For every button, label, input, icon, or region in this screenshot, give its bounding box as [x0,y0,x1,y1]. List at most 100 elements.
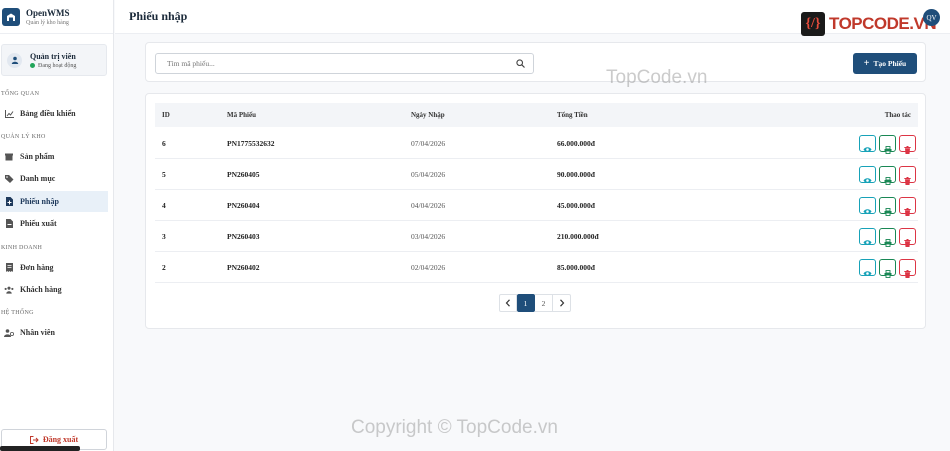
create-receipt-label: Tạo Phiếu [873,59,907,68]
trash-icon [904,146,911,154]
users-icon [4,285,14,295]
file-import-icon [4,197,14,207]
page-button-2[interactable]: 2 [535,294,553,312]
sign-out-icon [29,435,39,444]
topcode-logo-text: TOPCODE.VN [829,14,937,33]
print-icon [884,177,892,185]
page-button-1[interactable]: 1 [517,294,535,312]
trash-icon [904,270,911,278]
print-button[interactable] [879,166,896,185]
trash-icon [904,208,911,216]
sidebar-item-staff[interactable]: Nhân viên [0,322,108,343]
eye-icon [863,270,872,277]
print-button[interactable] [879,197,896,216]
sidebar-item-label: Đơn hàng [20,263,54,272]
file-export-icon [4,219,14,229]
eye-icon [863,239,872,246]
print-button[interactable] [879,259,896,278]
create-receipt-button[interactable]: + Tạo Phiếu [853,53,917,74]
column-header-total: Tổng Tiền [557,111,588,119]
view-button[interactable] [859,166,876,183]
sidebar-item-orders[interactable]: Đơn hàng [0,257,108,278]
row-actions [856,259,916,278]
sidebar: OpenWMS Quản lý kho hàng Quản trị viên Đ… [0,0,114,451]
user-tie-icon [4,328,14,338]
table-row: 4 PN260404 04/04/2026 45.000.000đ [155,190,918,221]
next-page-button[interactable] [553,294,571,312]
view-button[interactable] [859,259,876,276]
eye-icon [863,208,872,215]
sidebar-item-label: Khách hàng [20,285,62,294]
cell-id: 3 [162,232,166,241]
sidebar-item-label: Nhân viên [20,328,55,337]
top-header: Phiếu nhập {/} TOPCODE.VN QV [115,0,950,36]
user-status: Đang hoạt động [30,63,76,69]
sidebar-item-categories[interactable]: Danh mục [0,168,108,189]
trash-icon [904,239,911,247]
search-box[interactable] [155,53,534,74]
receipt-icon [4,263,14,273]
print-button[interactable] [879,135,896,154]
sidebar-item-label: Phiếu nhập [20,197,59,206]
user-icon [7,52,22,68]
sidebar-item-label: Bảng điều khiển [20,109,76,118]
sidebar-item-customers[interactable]: Khách hàng [0,279,108,300]
chart-line-icon [4,109,14,119]
pagination: 1 2 [499,294,571,312]
chevron-right-icon [559,299,564,307]
view-button[interactable] [859,228,876,245]
plus-icon: + [863,58,870,69]
header-avatar[interactable]: QV [923,9,940,26]
watermark: TopCode.vn [606,67,708,88]
view-button[interactable] [859,197,876,214]
prev-page-button[interactable] [499,294,517,312]
cell-date: 03/04/2026 [411,232,446,241]
cell-total: 66.000.000đ [557,139,595,148]
copyright-watermark: Copyright © TopCode.vn [351,417,558,438]
delete-button[interactable] [899,228,916,247]
brand[interactable]: OpenWMS Quản lý kho hàng [0,0,113,34]
delete-button[interactable] [899,259,916,278]
print-icon [884,239,892,247]
cell-id: 4 [162,201,166,210]
print-button[interactable] [879,228,896,247]
eye-icon [863,146,872,153]
cell-total: 85.000.000đ [557,263,595,272]
column-header-actions: Thao tác [884,111,911,119]
sidebar-item-label: Sản phẩm [20,152,55,161]
row-actions [856,135,916,154]
sidebar-item-export[interactable]: Phiếu xuất [0,213,108,234]
delete-button[interactable] [899,197,916,216]
sidebar-item-dashboard[interactable]: Bảng điều khiển [0,103,108,124]
table-row: 5 PN260405 05/04/2026 90.000.000đ [155,159,918,190]
search-input[interactable] [167,59,507,68]
cell-code: PN260404 [227,201,260,210]
brand-name: OpenWMS [26,7,70,18]
eye-icon [863,177,872,184]
sidebar-item-import[interactable]: Phiếu nhập [0,191,108,212]
cell-id: 5 [162,170,166,179]
search-card: + Tạo Phiếu [145,42,926,82]
cell-id: 2 [162,263,166,272]
topcode-logo-icon: {/} [801,12,825,36]
page-title: Phiếu nhập [129,9,188,23]
delete-button[interactable] [899,135,916,154]
print-icon [884,208,892,216]
horizontal-scrollbar[interactable] [0,446,80,451]
search-icon[interactable] [516,59,525,70]
warehouse-icon [2,7,20,26]
print-icon [884,146,892,154]
brand-subtitle: Quản lý kho hàng [26,19,69,26]
section-label-overview: TỔNG QUAN [1,91,40,97]
sidebar-item-label: Phiếu xuất [20,219,57,228]
sidebar-item-products[interactable]: Sản phẩm [0,146,108,167]
column-header-date: Ngày Nhập [411,111,445,119]
section-label-warehouse: QUẢN LÝ KHO [1,134,46,140]
row-actions [856,228,916,247]
user-card: Quản trị viên Đang hoạt động [1,44,107,76]
table-row: 2 PN260402 02/04/2026 85.000.000đ [155,252,918,283]
view-button[interactable] [859,135,876,152]
cell-date: 05/04/2026 [411,170,446,179]
chevron-left-icon [505,299,510,307]
delete-button[interactable] [899,166,916,185]
